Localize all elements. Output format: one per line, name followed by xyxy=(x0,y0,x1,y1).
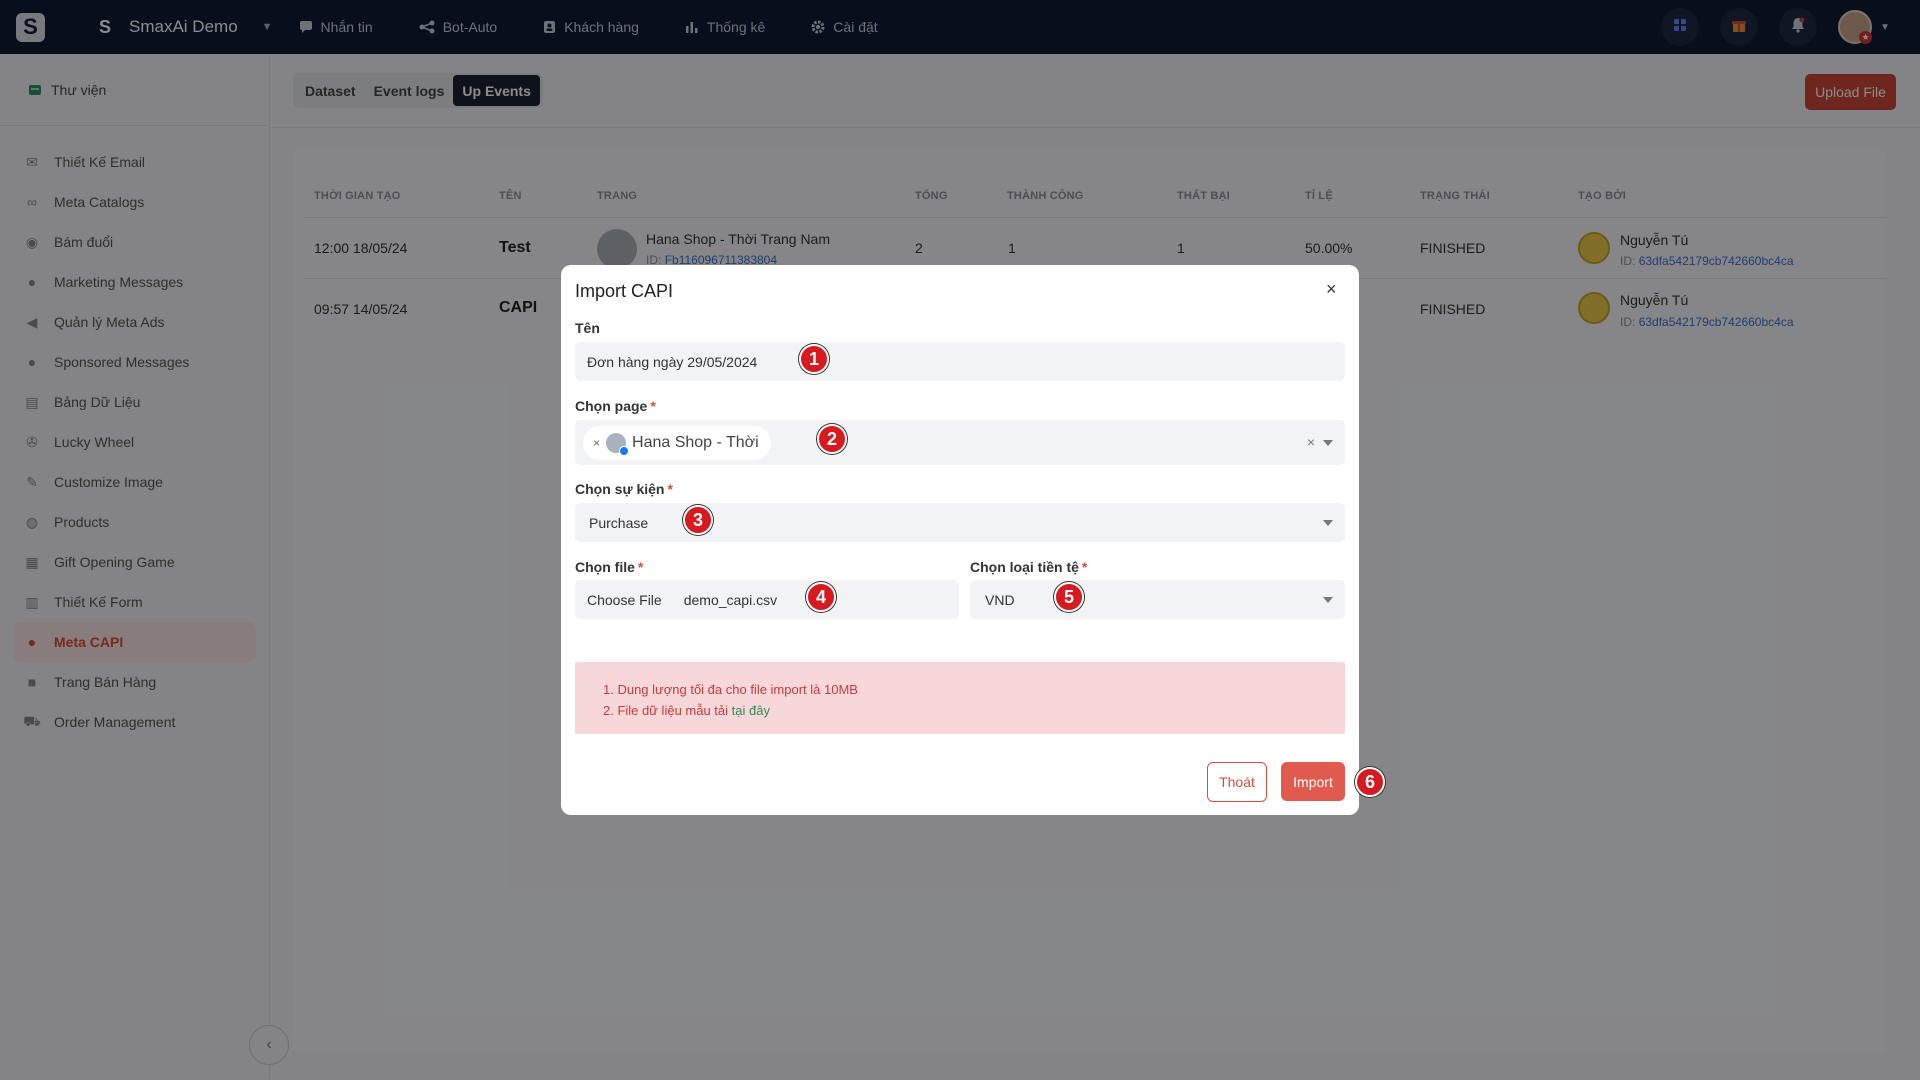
page-select[interactable]: × Hana Shop - Thời × xyxy=(575,420,1345,465)
label-text: Chọn loại tiền tệ xyxy=(970,559,1079,575)
step-marker-3: 3 xyxy=(683,505,713,535)
currency-label: Chọn loại tiền tệ * xyxy=(970,559,1087,575)
required-mark: * xyxy=(667,481,673,497)
label-text: Chọn sự kiện xyxy=(575,481,665,497)
step-marker-2: 2 xyxy=(817,424,847,454)
step-marker-1: 1 xyxy=(799,344,829,374)
event-label: Chọn sự kiện * xyxy=(575,481,673,497)
chevron-down-icon[interactable] xyxy=(1323,439,1333,446)
label-text: Tên xyxy=(575,320,600,336)
step-marker-6: 6 xyxy=(1355,767,1385,797)
currency-select[interactable]: VND xyxy=(970,580,1345,619)
name-label: Tên xyxy=(575,320,600,336)
event-value: Purchase xyxy=(589,514,649,531)
page-label: Chọn page * xyxy=(575,398,656,414)
choose-file-button[interactable]: Choose File xyxy=(587,592,662,608)
notice-line-2: 2. File dữ liệu mẫu tải tại đây xyxy=(603,700,1345,721)
import-capi-modal: Import CAPI × Tên Đơn hàng ngày 29/05/20… xyxy=(561,265,1359,815)
chevron-down-icon[interactable] xyxy=(1323,596,1333,603)
notice-line-1: 1. Dung lượng tối đa cho file import là … xyxy=(603,682,858,697)
notice-text: 2. File dữ liệu mẫu tải xyxy=(603,703,729,718)
clear-icon[interactable]: × xyxy=(1307,434,1315,450)
step-marker-4: 4 xyxy=(806,582,836,612)
close-icon[interactable]: × xyxy=(1326,279,1337,300)
chevron-down-icon[interactable] xyxy=(1323,519,1333,526)
name-input[interactable]: Đơn hàng ngày 29/05/2024 xyxy=(575,342,1345,381)
facebook-icon xyxy=(619,445,630,456)
file-input[interactable]: Choose File demo_capi.csv xyxy=(575,580,959,619)
page-chip-label: Hana Shop - Thời xyxy=(632,433,759,451)
required-mark: * xyxy=(1081,559,1088,575)
import-button[interactable]: Import xyxy=(1281,762,1345,801)
import-notice: 1. Dung lượng tối đa cho file import là … xyxy=(575,662,1345,734)
label-text: Chọn file xyxy=(575,559,635,575)
exit-button[interactable]: Thoát xyxy=(1207,762,1267,802)
currency-value: VND xyxy=(985,591,1015,608)
file-label: Chọn file * xyxy=(575,559,643,575)
chip-remove-icon[interactable]: × xyxy=(593,436,600,450)
file-name: demo_capi.csv xyxy=(683,591,778,608)
step-marker-5: 5 xyxy=(1054,582,1084,612)
label-text: Chọn page xyxy=(575,398,648,414)
required-mark: * xyxy=(650,398,656,414)
sample-file-link[interactable]: tại đây xyxy=(732,703,770,718)
modal-title: Import CAPI xyxy=(575,281,674,301)
page-chip: × Hana Shop - Thời xyxy=(583,425,771,460)
page-avatar xyxy=(606,432,630,456)
required-mark: * xyxy=(637,559,644,575)
